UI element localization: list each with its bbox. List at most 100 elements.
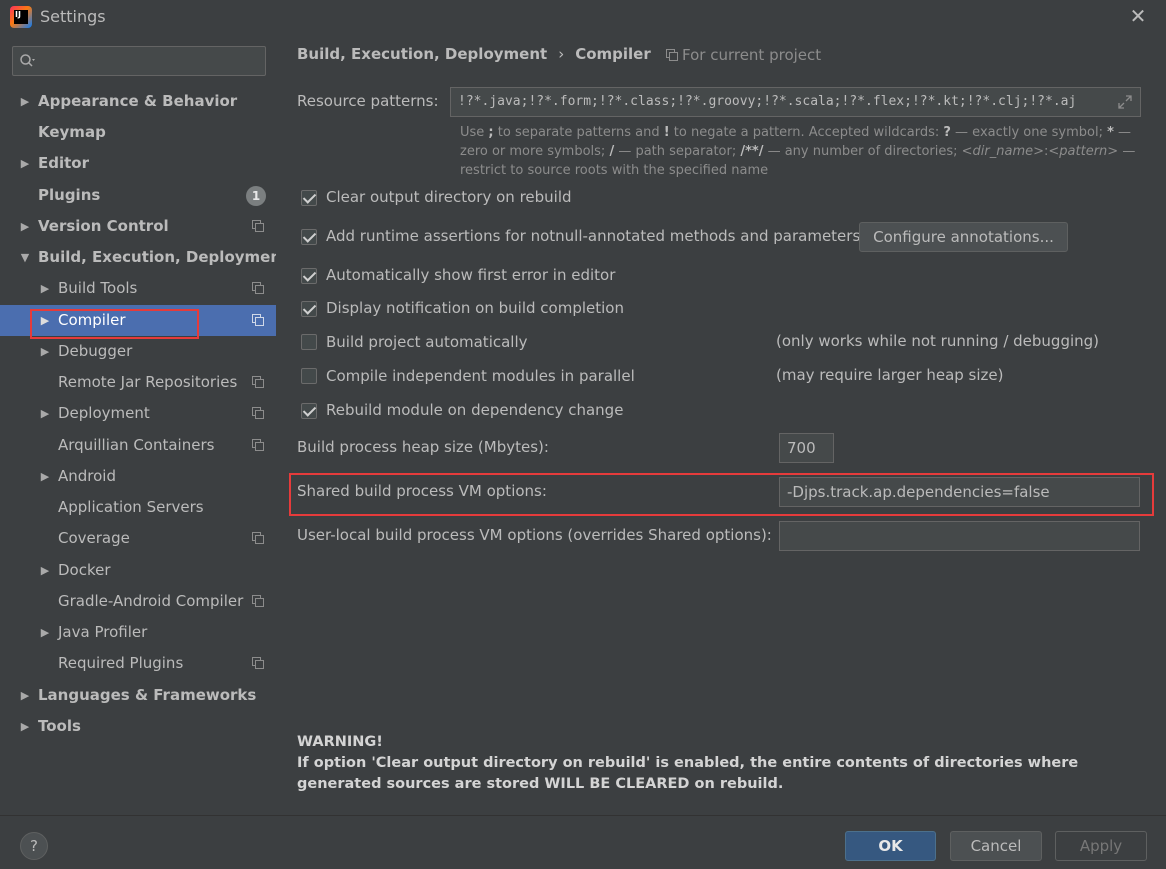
rebuild-on-dependency-checkbox[interactable] <box>301 403 317 419</box>
search-icon <box>20 54 35 67</box>
tree-item-label: Editor <box>38 154 89 172</box>
heap-size-input[interactable]: 700 <box>779 433 834 463</box>
tree-item-build-tools[interactable]: ▶ Build Tools <box>0 273 276 304</box>
show-first-error-label[interactable]: Automatically show first error in editor <box>326 266 615 284</box>
tree-item-plugins[interactable]: Plugins 1 <box>0 180 276 211</box>
user-vm-options-label: User-local build process VM options (ove… <box>297 526 772 544</box>
warning-title: WARNING! <box>297 734 383 750</box>
expand-arrow-icon[interactable]: ▶ <box>18 211 32 242</box>
tree-item-debugger[interactable]: ▶ Debugger <box>0 336 276 367</box>
hint-text: Use <box>460 125 489 140</box>
display-notification-label[interactable]: Display notification on build completion <box>326 299 624 317</box>
tree-item-label: Debugger <box>58 342 133 360</box>
project-scope-icon <box>252 282 264 294</box>
project-scope-icon <box>252 376 264 388</box>
tree-item-label: Plugins <box>38 186 101 204</box>
user-vm-options-input[interactable] <box>779 521 1140 551</box>
project-scope-icon <box>666 49 678 61</box>
tree-item-deployment[interactable]: ▶ Deployment <box>0 398 276 429</box>
build-automatically-checkbox[interactable] <box>301 334 317 350</box>
heap-size-label: Build process heap size (Mbytes): <box>297 438 549 456</box>
for-project-label: For current project <box>682 46 822 64</box>
collapse-arrow-icon[interactable]: ▼ <box>18 242 32 273</box>
expand-arrow-icon[interactable]: ▶ <box>38 336 52 367</box>
plugins-update-badge: 1 <box>246 186 266 206</box>
expand-arrow-icon[interactable]: ▶ <box>18 86 32 117</box>
expand-arrow-icon[interactable]: ▶ <box>18 148 32 179</box>
tree-item-label: Arquillian Containers <box>58 436 215 454</box>
tree-item-label: Application Servers <box>58 498 204 516</box>
tree-item-arquillian-containers[interactable]: Arquillian Containers <box>0 430 276 461</box>
tree-item-label: Appearance & Behavior <box>38 92 238 110</box>
tree-item-appearance-behavior[interactable]: ▶ Appearance & Behavior <box>0 86 276 117</box>
hint-text: — any number of directories; <box>763 144 962 159</box>
breadcrumb-current: Compiler <box>575 45 651 63</box>
expand-arrow-icon[interactable]: ▶ <box>18 711 32 742</box>
tree-item-gradle-android-compiler[interactable]: Gradle-Android Compiler <box>0 586 276 617</box>
logo-text: IJ <box>14 10 28 24</box>
ok-button[interactable]: OK <box>845 831 936 861</box>
runtime-assertions-checkbox[interactable] <box>301 229 317 245</box>
build-automatically-label[interactable]: Build project automatically <box>326 333 528 351</box>
expand-arrow-icon[interactable]: ▶ <box>38 461 52 492</box>
tree-item-label: Gradle-Android Compiler <box>58 592 244 610</box>
hint-text: to negate a pattern. Accepted wildcards: <box>669 125 944 140</box>
hint-token: ? <box>943 125 951 140</box>
cancel-button[interactable]: Cancel <box>950 831 1042 861</box>
runtime-assertions-label[interactable]: Add runtime assertions for notnull-annot… <box>326 227 860 245</box>
expand-arrow-icon[interactable]: ▶ <box>38 398 52 429</box>
tree-item-java-profiler[interactable]: ▶ Java Profiler <box>0 617 276 648</box>
expand-arrow-icon[interactable]: ▶ <box>38 555 52 586</box>
tree-item-languages-frameworks[interactable]: ▶ Languages & Frameworks <box>0 680 276 711</box>
tree-item-label: Docker <box>58 561 111 579</box>
tree-item-label: Android <box>58 467 116 485</box>
tree-item-label: Languages & Frameworks <box>38 686 257 704</box>
expand-arrow-icon[interactable]: ▶ <box>38 617 52 648</box>
hint-token: /**/ <box>740 144 764 159</box>
rebuild-on-dependency-label[interactable]: Rebuild module on dependency change <box>326 401 623 419</box>
tree-item-label: Deployment <box>58 404 150 422</box>
project-scope-icon <box>252 439 264 451</box>
resource-patterns-label: Resource patterns: <box>297 92 439 110</box>
window-title: Settings <box>40 7 106 26</box>
hint-text: — exactly one symbol; <box>950 125 1108 140</box>
hint-text: to separate patterns and <box>493 125 664 140</box>
tree-item-coverage[interactable]: Coverage <box>0 523 276 554</box>
project-scope-icon <box>252 220 264 232</box>
clear-output-checkbox[interactable] <box>301 190 317 206</box>
close-icon[interactable]: ✕ <box>1128 6 1148 26</box>
project-scope-icon <box>252 532 264 544</box>
help-button[interactable]: ? <box>20 832 48 860</box>
clear-output-label[interactable]: Clear output directory on rebuild <box>326 188 572 206</box>
configure-annotations-button[interactable]: Configure annotations... <box>859 222 1068 252</box>
expand-field-icon[interactable] <box>1118 95 1132 109</box>
compile-parallel-label[interactable]: Compile independent modules in parallel <box>326 367 635 385</box>
compile-parallel-note: (may require larger heap size) <box>776 366 1004 384</box>
display-notification-checkbox[interactable] <box>301 301 317 317</box>
apply-button[interactable]: Apply <box>1055 831 1147 861</box>
expand-arrow-icon[interactable]: ▶ <box>18 680 32 711</box>
tree-item-keymap[interactable]: Keymap <box>0 117 276 148</box>
compile-parallel-checkbox[interactable] <box>301 368 317 384</box>
show-first-error-checkbox[interactable] <box>301 268 317 284</box>
tree-item-label: Java Profiler <box>58 623 148 641</box>
hint-text: — path separator; <box>614 144 741 159</box>
tree-item-required-plugins[interactable]: Required Plugins <box>0 648 276 679</box>
breadcrumb-parent[interactable]: Build, Execution, Deployment <box>297 45 547 63</box>
warning-message: WARNING! If option 'Clear output directo… <box>297 732 1137 795</box>
compiler-highlight-annotation <box>30 309 199 339</box>
tree-item-editor[interactable]: ▶ Editor <box>0 148 276 179</box>
expand-arrow-icon[interactable]: ▶ <box>38 273 52 304</box>
compiler-settings-panel: Build, Execution, Deployment › Compiler Fo… <box>276 34 1166 815</box>
tree-item-build-execution-deployment[interactable]: ▼ Build, Execution, Deployment <box>0 242 288 273</box>
search-input[interactable] <box>12 46 266 76</box>
tree-item-tools[interactable]: ▶ Tools <box>0 711 276 742</box>
tree-item-docker[interactable]: ▶ Docker <box>0 555 276 586</box>
tree-item-application-servers[interactable]: Application Servers <box>0 492 276 523</box>
resource-patterns-input[interactable]: !?*.java;!?*.form;!?*.class;!?*.groovy;!… <box>450 87 1141 117</box>
tree-item-remote-jar-repositories[interactable]: Remote Jar Repositories <box>0 367 276 398</box>
tree-item-label: Version Control <box>38 217 169 235</box>
tree-item-version-control[interactable]: ▶ Version Control <box>0 211 276 242</box>
tree-item-android[interactable]: ▶ Android <box>0 461 276 492</box>
tree-item-label: Required Plugins <box>58 654 184 672</box>
